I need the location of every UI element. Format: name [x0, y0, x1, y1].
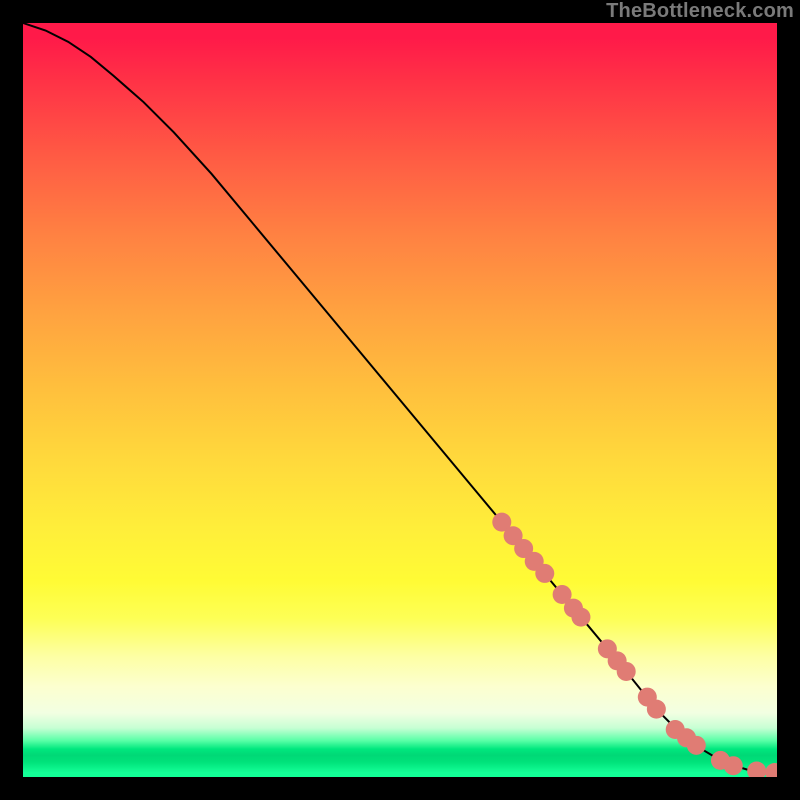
data-point: [765, 763, 777, 777]
data-point: [647, 700, 666, 719]
data-markers: [492, 513, 777, 777]
data-point: [617, 662, 636, 681]
chart-svg: [23, 23, 777, 777]
data-point: [535, 564, 554, 583]
bottleneck-curve: [23, 23, 777, 772]
data-point: [687, 736, 706, 755]
watermark-text: TheBottleneck.com: [606, 0, 794, 23]
data-point: [724, 756, 743, 775]
chart-frame: TheBottleneck.com: [0, 0, 800, 800]
plot-area: [23, 23, 777, 777]
data-point: [571, 608, 590, 627]
data-point: [747, 761, 766, 777]
